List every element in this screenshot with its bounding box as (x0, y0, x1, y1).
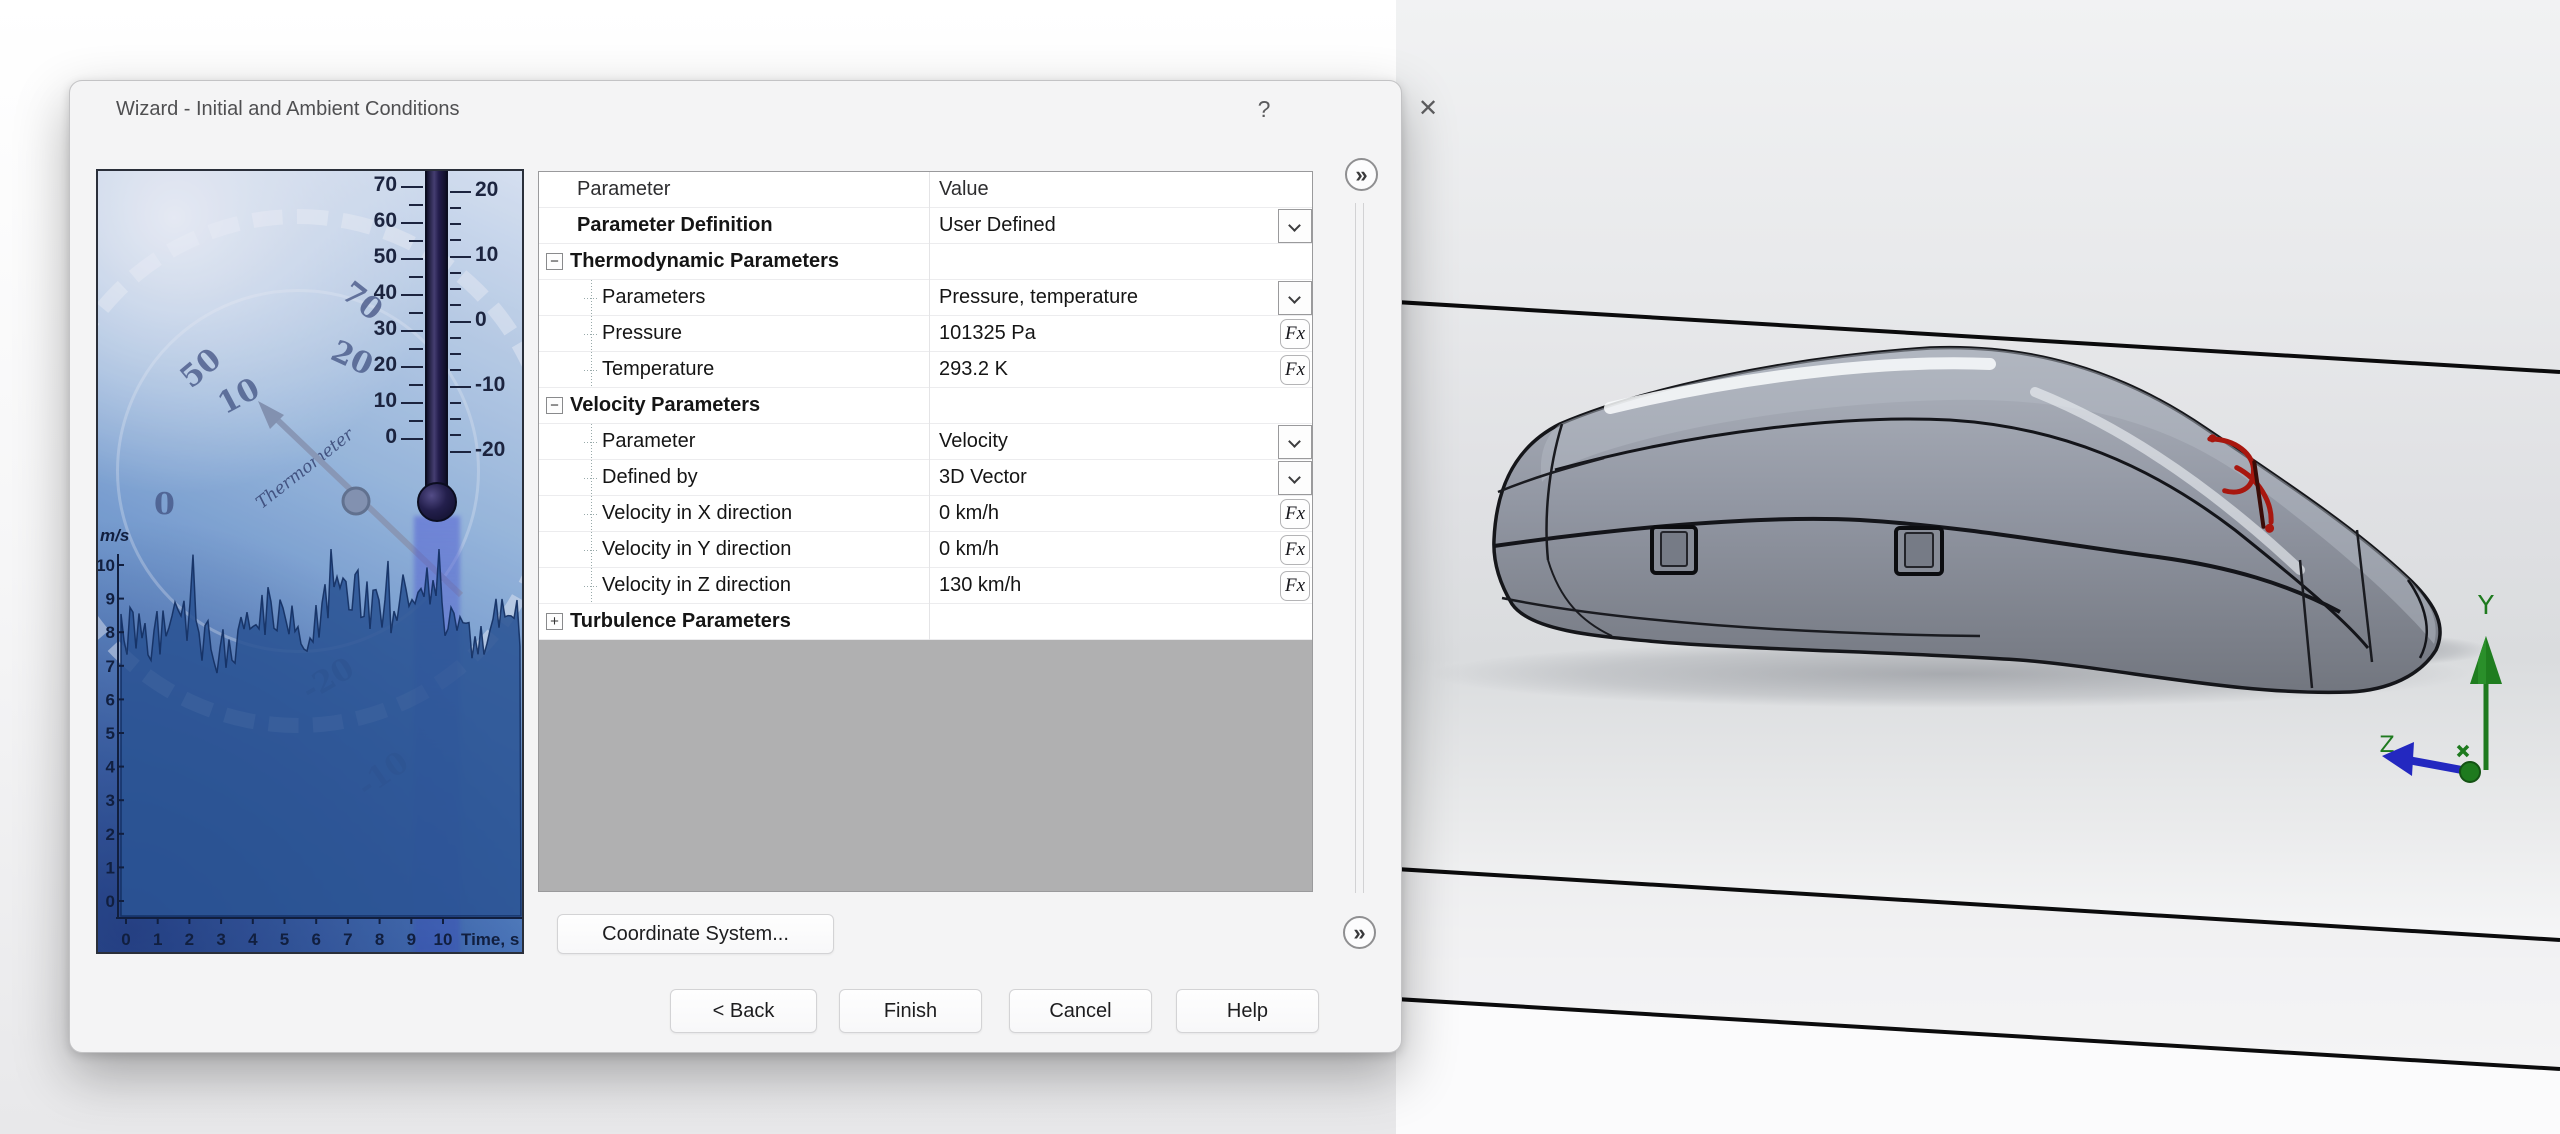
table-empty-area (539, 640, 1312, 891)
tree-guide (584, 298, 598, 299)
table-row[interactable]: −Thermodynamic Parameters (539, 244, 1312, 280)
dialog-titlebar[interactable]: Wizard - Initial and Ambient Conditions … (70, 81, 1401, 137)
preview-color-cast (98, 171, 522, 952)
expand-icon[interactable]: + (546, 613, 563, 630)
graphics-viewport[interactable]: Y Z (1396, 0, 2560, 1134)
back-button[interactable]: < Back (670, 989, 817, 1033)
mouse-side-hole-2 (1896, 528, 1942, 574)
help-button[interactable]: Help (1176, 989, 1319, 1033)
table-row[interactable]: −Velocity Parameters (539, 388, 1312, 424)
column-header-parameter: Parameter (577, 172, 670, 208)
close-icon[interactable]: ✕ (1400, 81, 1456, 137)
triad-origin-ball (2460, 762, 2480, 782)
parameter-table[interactable]: Parameter Value Parameter Definition User… (538, 171, 1313, 892)
dropdown-button[interactable] (1278, 281, 1312, 315)
cancel-button[interactable]: Cancel (1009, 989, 1152, 1033)
table-row[interactable]: Defined by 3D Vector (539, 460, 1312, 496)
table-row[interactable]: Temperature 293.2 K Fx (539, 352, 1312, 388)
mouse-side-hole-1 (1652, 527, 1696, 573)
row-value: 3D Vector (939, 460, 1027, 496)
dropdown-button[interactable] (1278, 461, 1312, 495)
row-label: Parameter (602, 424, 695, 460)
table-header-row: Parameter Value (539, 172, 1312, 208)
row-label: Velocity in Z direction (602, 568, 791, 604)
table-row[interactable]: + Turbulence Parameters (539, 604, 1312, 640)
triad-y-label: Y (2477, 591, 2494, 621)
tree-guide (584, 514, 598, 515)
panel-splitter-line2 (1363, 203, 1364, 893)
row-label: Parameter Definition (577, 208, 773, 244)
table-column-divider (929, 172, 930, 640)
collapse-icon[interactable]: − (546, 397, 563, 414)
column-header-value: Value (939, 172, 989, 208)
table-row[interactable]: Parameter Velocity (539, 424, 1312, 460)
table-row[interactable]: Parameter Definition User Defined (539, 208, 1312, 244)
tree-guide (584, 334, 598, 335)
row-label: Temperature (602, 352, 714, 388)
finish-button[interactable]: Finish (839, 989, 982, 1033)
fx-dependency-button[interactable]: Fx (1280, 571, 1310, 601)
row-label: Velocity Parameters (570, 388, 760, 424)
wizard-dialog: Wizard - Initial and Ambient Conditions … (69, 80, 1402, 1053)
panel-splitter[interactable] (1355, 203, 1356, 893)
row-label: Velocity in X direction (602, 496, 792, 532)
row-label: Defined by (602, 460, 698, 496)
tree-guide (584, 586, 598, 587)
row-label: Velocity in Y direction (602, 532, 791, 568)
table-row[interactable]: Pressure 101325 Pa Fx (539, 316, 1312, 352)
table-row[interactable]: Velocity in X direction 0 km/h Fx (539, 496, 1312, 532)
fx-dependency-button[interactable]: Fx (1280, 355, 1310, 385)
row-label: Turbulence Parameters (570, 604, 791, 640)
expand-top-button[interactable]: » (1345, 158, 1378, 191)
row-value: 101325 Pa (939, 316, 1036, 352)
chevron-down-icon (1288, 435, 1301, 448)
fx-dependency-button[interactable]: Fx (1280, 535, 1310, 565)
row-value: Velocity (939, 424, 1008, 460)
tree-guide (584, 550, 598, 551)
fx-dependency-button[interactable]: Fx (1280, 319, 1310, 349)
tree-guide (584, 478, 598, 479)
collapse-icon[interactable]: − (546, 253, 563, 270)
wizard-preview-image: 507020100-20-10 Thermometer 706050403020… (96, 169, 524, 954)
dropdown-button[interactable] (1278, 425, 1312, 459)
row-value: 130 km/h (939, 568, 1021, 604)
dropdown-button[interactable] (1278, 209, 1312, 243)
row-value: 0 km/h (939, 496, 999, 532)
fx-dependency-button[interactable]: Fx (1280, 499, 1310, 529)
viewport-canvas: Y Z (1396, 0, 2560, 1134)
row-label: Parameters (602, 280, 705, 316)
dialog-help-icon[interactable]: ? (1236, 81, 1292, 137)
chevron-down-icon (1288, 219, 1301, 232)
row-label: Pressure (602, 316, 682, 352)
tree-guide (584, 442, 598, 443)
dialog-title: Wizard - Initial and Ambient Conditions (116, 81, 460, 137)
expand-bottom-button[interactable]: » (1343, 916, 1376, 949)
table-row[interactable]: Velocity in Z direction 130 km/h Fx (539, 568, 1312, 604)
chevron-down-icon (1288, 291, 1301, 304)
row-label: Thermodynamic Parameters (570, 244, 839, 280)
chevron-down-icon (1288, 471, 1301, 484)
tree-guide (584, 370, 598, 371)
table-row[interactable]: Velocity in Y direction 0 km/h Fx (539, 532, 1312, 568)
table-row[interactable]: Parameters Pressure, temperature (539, 280, 1312, 316)
row-value: User Defined (939, 208, 1056, 244)
row-value: 293.2 K (939, 352, 1008, 388)
row-value: 0 km/h (939, 532, 999, 568)
row-value: Pressure, temperature (939, 280, 1138, 316)
coordinate-system-button[interactable]: Coordinate System... (557, 914, 834, 954)
